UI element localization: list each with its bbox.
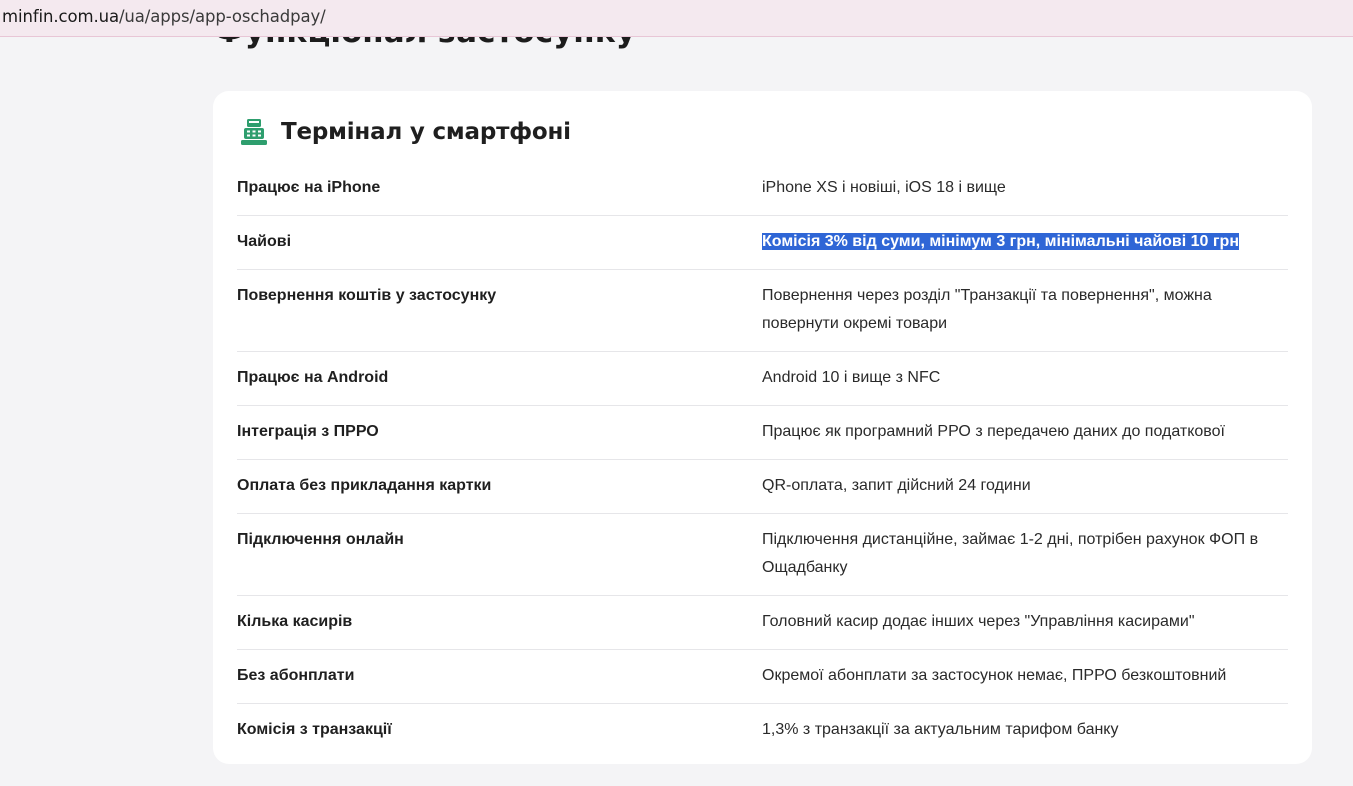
selected-text[interactable]: Комісія 3% від суми, мінімум 3 грн, міні… — [762, 233, 1239, 250]
feature-card: Термінал у смартфоні Працює на iPhone iP… — [213, 91, 1312, 764]
row-label: Чайові — [237, 233, 292, 250]
table-row: Працює на iPhone iPhone XS і новіші, iOS… — [237, 162, 1288, 216]
table-row: Інтеграція з ПРРО Працює як програмний Р… — [237, 406, 1288, 460]
url-host: minfin.com.ua — [2, 7, 119, 26]
row-value: Повернення через розділ "Транзакції та п… — [762, 287, 1212, 332]
row-value: iPhone XS і новіші, iOS 18 і вище — [762, 179, 1006, 196]
address-bar[interactable]: minfin.com.ua/ua/apps/app-oschadpay/ — [0, 0, 1353, 37]
address-url[interactable]: minfin.com.ua/ua/apps/app-oschadpay/ — [2, 7, 326, 26]
row-value: QR-оплата, запит дійсний 24 години — [762, 477, 1031, 494]
row-label: Повернення коштів у застосунку — [237, 287, 497, 304]
row-value: Працює як програмний РРО з передачею дан… — [762, 423, 1225, 440]
table-row: Без абонплати Окремої абонплати за засто… — [237, 650, 1288, 704]
feature-table: Працює на iPhone iPhone XS і новіші, iOS… — [237, 162, 1288, 757]
table-row: Чайові Комісія 3% від суми, мінімум 3 гр… — [237, 216, 1288, 270]
table-row: Працює на Android Android 10 і вище з NF… — [237, 352, 1288, 406]
row-value: Окремої абонплати за застосунок немає, П… — [762, 667, 1227, 684]
table-row: Повернення коштів у застосунку Поверненн… — [237, 270, 1288, 352]
row-value: Android 10 і вище з NFC — [762, 369, 941, 386]
row-value-selected[interactable]: Комісія 3% від суми, мінімум 3 грн, міні… — [762, 228, 1288, 256]
card-title: Термінал у смартфоні — [281, 119, 571, 145]
cash-register-icon — [241, 119, 267, 145]
table-row: Оплата без прикладання картки QR-оплата,… — [237, 460, 1288, 514]
card-header: Термінал у смартфоні — [239, 116, 571, 148]
row-label: Без абонплати — [237, 667, 355, 684]
row-label: Інтеграція з ПРРО — [237, 423, 379, 440]
row-label: Працює на iPhone — [237, 179, 381, 196]
row-label: Комісія з транзакції — [237, 721, 392, 738]
row-label: Оплата без прикладання картки — [237, 477, 492, 494]
row-label: Підключення онлайн — [237, 531, 404, 548]
table-row: Комісія з транзакції 1,3% з транзакції з… — [237, 704, 1288, 757]
row-value: Головний касир додає інших через "Управл… — [762, 613, 1195, 630]
table-row: Кілька касирів Головний касир додає інши… — [237, 596, 1288, 650]
url-path: /ua/apps/app-oschadpay/ — [118, 7, 326, 26]
row-label: Кілька касирів — [237, 613, 353, 630]
row-value: Підключення дистанційне, займає 1-2 дні,… — [762, 531, 1259, 576]
table-row: Підключення онлайн Підключення дистанцій… — [237, 514, 1288, 596]
row-value: 1,3% з транзакції за актуальним тарифом … — [762, 721, 1119, 738]
row-label: Працює на Android — [237, 369, 389, 386]
